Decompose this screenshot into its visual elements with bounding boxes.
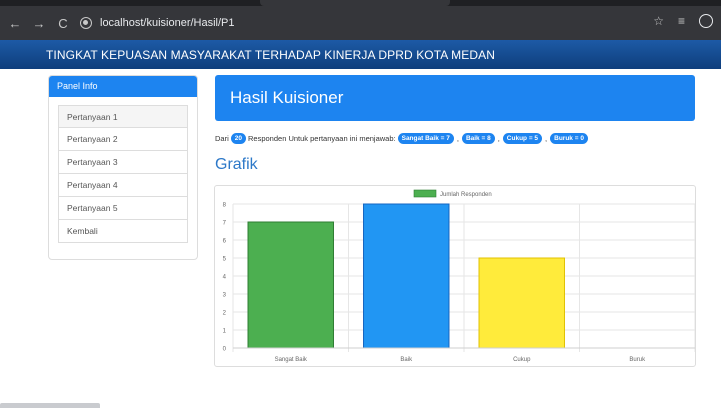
result-summary: Dari 20 Responden Untuk pertanyaan ini m… [215,133,590,144]
menu-icon[interactable]: ≡ [678,14,685,28]
browser-toolbar: ← → C localhost/kuisioner/Hasil/P1 [0,6,721,40]
legend-swatch [413,189,437,198]
badge-separator: , [456,134,459,143]
badge-sangat-baik: Sangat Baik = 7 [397,133,454,144]
navbar: TINGKAT KEPUASAN MASYARAKAT TERHADAP KIN… [0,40,721,69]
badge-separator: , [497,134,500,143]
back-icon[interactable]: ← [6,16,24,31]
sidebar-item-pertanyaan-5[interactable]: Pertanyaan 5 [58,197,188,220]
y-tick-label: 1 [223,329,227,335]
panel-heading: Panel Info [49,76,197,97]
sidebar-item-pertanyaan-4[interactable]: Pertanyaan 4 [58,174,188,197]
badge-cukup: Cukup = 5 [502,133,543,144]
sidebar-item-kembali[interactable]: Kembali [58,220,188,243]
sidebar-panel: Panel Info Pertanyaan 1 Pertanyaan 2 Per… [48,75,198,260]
y-tick-label: 6 [223,239,227,245]
legend-label: Jumlah Responden [440,192,492,198]
x-tick-label: Baik [400,357,413,363]
url-text[interactable]: localhost/kuisioner/Hasil/P1 [100,17,235,29]
y-tick-label: 3 [223,293,227,299]
sidebar-item-pertanyaan-3[interactable]: Pertanyaan 3 [58,151,188,174]
chart-bar [363,203,450,349]
result-prefix: Dari [215,134,229,143]
horizontal-scrollbar[interactable] [0,403,100,408]
sidebar-list: Pertanyaan 1 Pertanyaan 2 Pertanyaan 3 P… [58,105,188,243]
y-tick-label: 8 [223,203,227,209]
x-tick-label: Buruk [629,357,646,363]
header-jumbotron: Hasil Kuisioner [215,75,695,121]
address-bar[interactable]: localhost/kuisioner/Hasil/P1 [80,11,680,35]
sidebar-item-pertanyaan-2[interactable]: Pertanyaan 2 [58,128,188,151]
bar-chart: 0 1 2 3 4 5 6 7 8 Sangat Baik Baik Cukup Buruk Jumlah… [223,189,695,363]
chart-bar [247,221,334,349]
y-tick-label: 5 [223,257,227,263]
star-icon[interactable]: ☆ [653,14,664,28]
forward-icon[interactable]: → [30,16,48,31]
sidebar-item-pertanyaan-1[interactable]: Pertanyaan 1 [58,105,188,128]
y-tick-label: 2 [223,311,227,317]
badge-buruk: Buruk = 0 [550,133,588,144]
x-tick-label: Cukup [513,357,531,363]
chart-bar [478,257,565,349]
x-tick-label: Sangat Baik [275,357,308,363]
result-middle: Responden Untuk pertanyaan ini menjawab: [248,134,396,143]
reload-icon[interactable]: C [54,16,72,31]
profile-icon[interactable] [699,14,713,28]
y-tick-label: 4 [223,275,227,281]
y-tick-label: 0 [223,347,227,353]
chart-heading: Grafik [215,156,258,173]
y-tick-label: 7 [223,221,227,227]
badge-separator: , [545,134,548,143]
badge-baik: Baik = 8 [461,133,495,144]
chart-card: 0 1 2 3 4 5 6 7 8 Sangat Baik Baik Cukup Buruk Jumlah… [214,185,696,367]
browser-actions: ☆ ≡ [653,14,713,28]
respondent-count-badge: 20 [230,133,246,144]
navbar-brand[interactable]: TINGKAT KEPUASAN MASYARAKAT TERHADAP KIN… [46,48,495,62]
site-info-icon[interactable] [80,17,92,29]
page-title: Hasil Kuisioner [230,88,344,107]
